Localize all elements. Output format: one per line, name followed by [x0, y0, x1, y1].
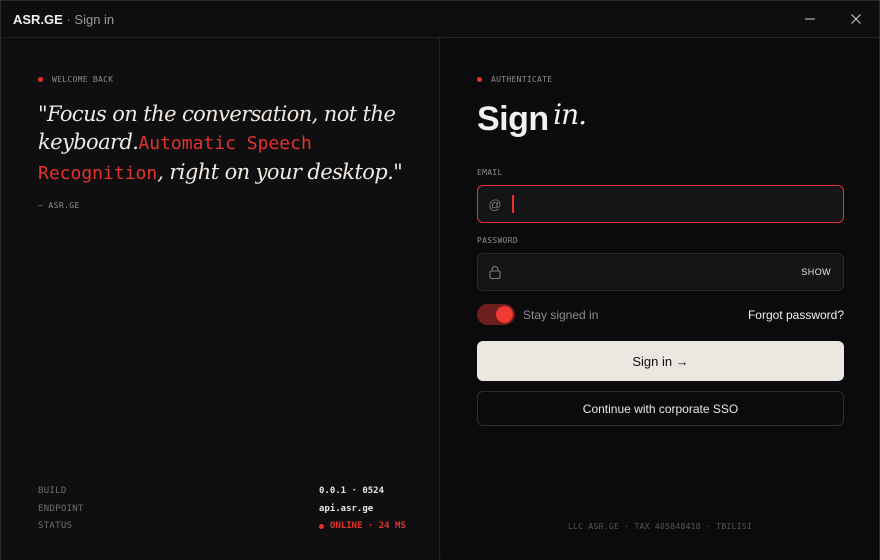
status-dot-icon — [319, 523, 324, 529]
sign-in-panel: AUTHENTICATE Sign in. EMAIL @ PASSWORD S… — [441, 38, 879, 560]
meta-key: BUILD — [38, 486, 67, 496]
title-main: Sign — [477, 100, 549, 138]
email-input[interactable] — [513, 186, 843, 222]
meta-row-endpoint: ENDPOINT api.asr.ge — [38, 504, 418, 522]
show-password-button[interactable]: SHOW — [801, 267, 831, 277]
password-input[interactable] — [512, 254, 802, 290]
app-window: ASR.GE · Sign in WELCOME BACK "Focus on … — [0, 0, 880, 560]
stay-signed-in-toggle[interactable] — [477, 304, 515, 325]
status-text: ONLINE · 24 MS — [330, 521, 406, 531]
meta-key: ENDPOINT — [38, 503, 84, 514]
app-name: ASR.GE — [13, 12, 63, 27]
password-label: PASSWORD — [477, 236, 518, 245]
window-subtitle: Sign in — [74, 12, 115, 27]
title-bar: ASR.GE · Sign in — [1, 1, 879, 38]
stay-signed-in-label: Stay signed in — [523, 308, 599, 322]
password-field[interactable]: SHOW — [477, 253, 844, 291]
quote-part-2: , right on your desktop." — [157, 160, 403, 184]
meta-row-build: BUILD 0.0.1 · 0524 — [38, 486, 418, 504]
company-footer: LLC ASR.GE · TAX 405848418 · TBILISI — [567, 522, 753, 531]
sso-button[interactable]: Continue with corporate SSO — [477, 391, 844, 426]
close-icon — [851, 14, 861, 24]
authenticate-eyebrow: AUTHENTICATE — [477, 75, 552, 84]
lock-icon — [478, 265, 512, 279]
status-value: ONLINE · 24 MS — [319, 521, 406, 531]
welcome-eyebrow: WELCOME BACK — [38, 75, 113, 84]
meta-row-status: STATUS ONLINE · 24 MS — [38, 521, 418, 539]
minimize-icon — [805, 18, 815, 20]
window-title: ASR.GE · Sign in — [13, 12, 114, 27]
welcome-eyebrow-label: WELCOME BACK — [52, 75, 114, 84]
meta-value: 0.0.1 · 0524 — [319, 486, 385, 496]
meta-value: api.asr.ge — [319, 503, 374, 514]
sign-in-options: Stay signed in Forgot password? — [477, 304, 844, 326]
title-accent: in. — [553, 98, 587, 131]
quote-attribution: — ASR.GE — [38, 201, 80, 210]
sign-in-button[interactable]: Sign in → — [477, 341, 844, 381]
minimize-button[interactable] — [787, 1, 833, 37]
page-title: Sign in. — [477, 98, 587, 139]
meta-key: STATUS — [38, 521, 73, 531]
title-separator: · — [62, 12, 75, 27]
authenticate-eyebrow-label: AUTHENTICATE — [491, 75, 553, 84]
build-info: BUILD 0.0.1 · 0524 ENDPOINT api.asr.ge S… — [38, 486, 418, 539]
tagline-quote: "Focus on the conversation, not the keyb… — [38, 100, 428, 188]
email-label: EMAIL — [477, 168, 503, 177]
at-sign-icon: @ — [488, 196, 502, 212]
red-dot-icon — [477, 77, 482, 82]
close-button[interactable] — [833, 1, 879, 37]
forgot-password-link[interactable]: Forgot password? — [748, 308, 844, 322]
email-field[interactable]: @ — [477, 185, 844, 223]
red-dot-icon — [38, 77, 43, 82]
toggle-knob — [496, 306, 513, 323]
welcome-panel: WELCOME BACK "Focus on the conversation,… — [1, 38, 440, 560]
